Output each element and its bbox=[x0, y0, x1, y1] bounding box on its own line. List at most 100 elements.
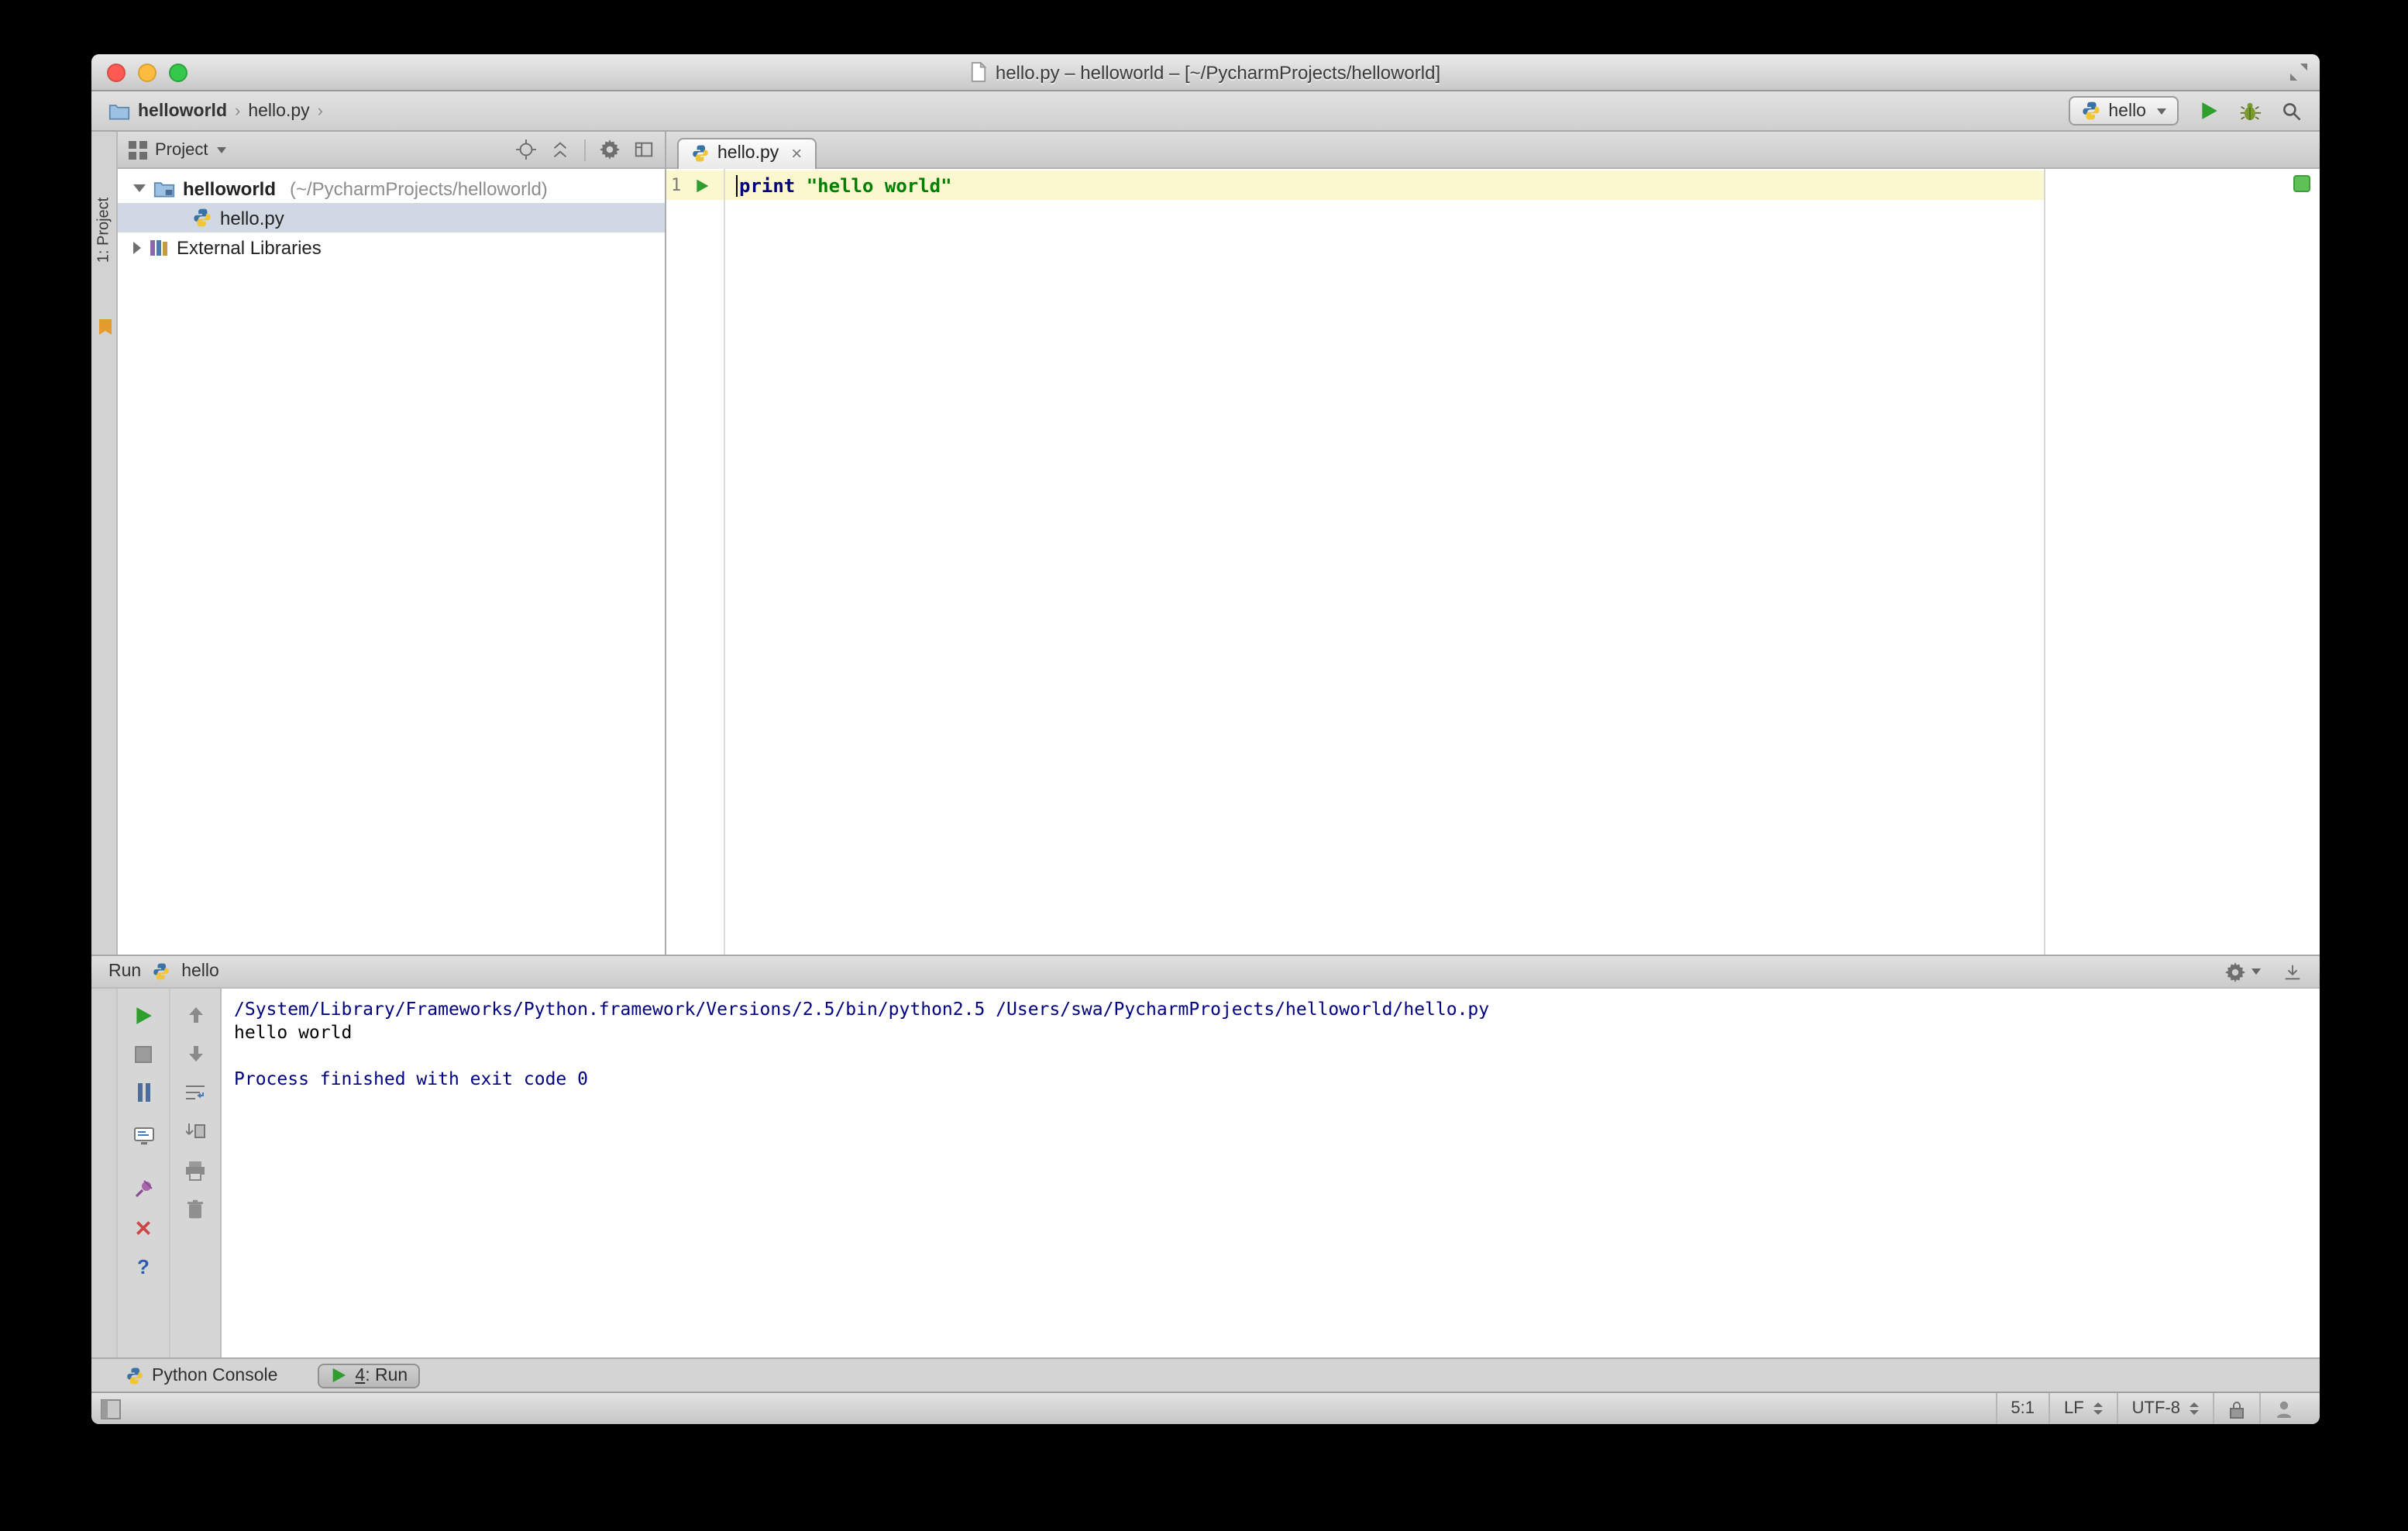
debug-button[interactable] bbox=[2239, 100, 2261, 122]
title-bar: hello.py – helloworld – [~/PycharmProjec… bbox=[91, 54, 2320, 91]
run-line-marker-icon[interactable] bbox=[694, 177, 710, 193]
python-console-tool-button[interactable]: Python Console bbox=[113, 1363, 290, 1388]
run-toolbar-col-2 bbox=[169, 989, 220, 1357]
line-separator: LF bbox=[2063, 1399, 2084, 1418]
rerun-button[interactable] bbox=[118, 1004, 169, 1026]
updown-arrows-icon bbox=[2190, 1402, 2199, 1415]
run-panel-title: Run bbox=[108, 962, 142, 981]
toolbar-right: hello bbox=[2068, 96, 2303, 126]
up-stack-trace-button[interactable] bbox=[170, 1004, 220, 1026]
project-panel-title: Project bbox=[155, 140, 208, 159]
tool-stripe-icon[interactable] bbox=[93, 318, 116, 336]
hide-panel-icon[interactable] bbox=[634, 139, 654, 160]
close-button[interactable] bbox=[107, 63, 126, 81]
locate-file-icon[interactable] bbox=[516, 139, 536, 160]
settings-gear-icon[interactable] bbox=[600, 139, 620, 160]
tab-hello-py[interactable]: hello.py × bbox=[677, 138, 817, 169]
editor-area: hello.py × 1 print "hello world" bbox=[666, 132, 2320, 955]
close-console-button[interactable] bbox=[118, 1216, 169, 1238]
chevron-down-icon[interactable] bbox=[217, 146, 227, 153]
run-panel-header: Run hello bbox=[91, 955, 2320, 989]
tab-close-icon[interactable]: × bbox=[791, 144, 802, 163]
run-button[interactable] bbox=[2199, 101, 2219, 121]
tree-row-external-libraries[interactable]: External Libraries bbox=[118, 232, 665, 262]
run-tool-button-label: 4: Run bbox=[355, 1366, 408, 1385]
stop-button[interactable] bbox=[118, 1043, 169, 1065]
run-console-output[interactable]: /System/Library/Frameworks/Python.framew… bbox=[222, 989, 2320, 1357]
status-bar-widgets: 5:1 LF UTF-8 bbox=[1995, 1393, 2307, 1424]
project-folder-icon bbox=[153, 179, 175, 198]
attach-debugger-button[interactable] bbox=[118, 1178, 169, 1199]
main-area: 1: Project Project helloworld (~/Pycharm… bbox=[91, 132, 2320, 955]
navigation-bar: helloworld › hello.py › hello bbox=[91, 91, 2320, 132]
console-line: /System/Library/Frameworks/Python.framew… bbox=[234, 998, 1490, 1020]
caret-position: 5:1 bbox=[2011, 1399, 2035, 1418]
settings-gear-icon[interactable] bbox=[2225, 962, 2261, 982]
python-icon bbox=[2080, 101, 2100, 121]
screen: hello.py – helloworld – [~/PycharmProjec… bbox=[0, 0, 2408, 1531]
project-tool-button[interactable]: 1: Project bbox=[91, 144, 116, 315]
breadcrumb-project-label: helloworld bbox=[138, 101, 227, 120]
show-console-button[interactable] bbox=[118, 1125, 169, 1147]
tool-window-switcher-icon[interactable] bbox=[101, 1399, 121, 1419]
code-editor[interactable]: 1 print "hello world" bbox=[666, 169, 2320, 955]
scroll-to-end-button[interactable] bbox=[170, 1120, 220, 1142]
zoom-button[interactable] bbox=[169, 63, 187, 81]
readonly-lock-widget[interactable] bbox=[2213, 1393, 2259, 1424]
hide-panel-icon[interactable] bbox=[2282, 962, 2303, 982]
document-icon bbox=[971, 62, 988, 82]
run-configuration-select[interactable]: hello bbox=[2068, 96, 2179, 126]
console-line: hello world bbox=[234, 1021, 353, 1043]
window-title-wrap: hello.py – helloworld – [~/PycharmProjec… bbox=[971, 61, 1440, 83]
collapse-icon[interactable] bbox=[133, 184, 146, 192]
run-configuration-label: hello bbox=[2108, 101, 2146, 120]
tree-row-project-root[interactable]: helloworld (~/PycharmProjects/helloworld… bbox=[118, 174, 665, 203]
python-file-icon bbox=[192, 208, 212, 228]
inspection-status-indicator[interactable] bbox=[2293, 175, 2310, 192]
tab-label: hello.py bbox=[717, 144, 779, 163]
divider bbox=[584, 139, 586, 160]
caret-position-widget[interactable]: 5:1 bbox=[1995, 1393, 2049, 1424]
run-tool-button[interactable]: 4: Run bbox=[318, 1363, 421, 1388]
pycharm-window: hello.py – helloworld – [~/PycharmProjec… bbox=[91, 54, 2320, 1424]
tree-external-libraries-label: External Libraries bbox=[177, 236, 322, 258]
fullscreen-icon[interactable] bbox=[2290, 64, 2307, 81]
inspections-profile-widget[interactable] bbox=[2259, 1393, 2307, 1424]
tree-row-hello-py[interactable]: hello.py bbox=[118, 203, 665, 232]
down-stack-trace-button[interactable] bbox=[170, 1043, 220, 1065]
python-console-label: Python Console bbox=[152, 1366, 278, 1385]
breadcrumb-project[interactable]: helloworld bbox=[108, 101, 227, 120]
help-button[interactable]: ? bbox=[118, 1255, 169, 1277]
status-bar: 5:1 LF UTF-8 bbox=[91, 1392, 2320, 1424]
folder-icon bbox=[108, 101, 130, 120]
project-panel-actions bbox=[516, 139, 654, 160]
clear-all-button[interactable] bbox=[170, 1198, 220, 1220]
encoding-widget[interactable]: UTF-8 bbox=[2116, 1393, 2213, 1424]
run-tool-button-text: : Run bbox=[365, 1366, 408, 1385]
editor-tab-bar: hello.py × bbox=[666, 132, 2320, 169]
line-number: 1 bbox=[671, 175, 682, 195]
breadcrumb-separator-icon: › bbox=[235, 101, 241, 120]
project-panel: Project helloworld (~/PycharmProjects/he… bbox=[118, 132, 666, 955]
tree-root-path: (~/PycharmProjects/helloworld) bbox=[290, 177, 548, 199]
pause-button[interactable] bbox=[118, 1082, 169, 1103]
current-line: 1 print "hello world" bbox=[666, 170, 2044, 200]
code-keyword: print bbox=[739, 174, 796, 196]
collapse-all-icon[interactable] bbox=[550, 139, 570, 160]
project-tool-button-label: 1: Project bbox=[95, 196, 112, 263]
minimize-button[interactable] bbox=[138, 63, 157, 81]
search-button[interactable] bbox=[2281, 100, 2303, 122]
editor-gutter: 1 bbox=[666, 170, 724, 200]
breadcrumb-file[interactable]: hello.py bbox=[248, 101, 309, 120]
project-tree: helloworld (~/PycharmProjects/helloworld… bbox=[118, 169, 665, 262]
project-panel-header: Project bbox=[118, 132, 665, 169]
line-separator-widget[interactable]: LF bbox=[2048, 1393, 2117, 1424]
expand-icon[interactable] bbox=[133, 241, 141, 253]
tree-file-name: hello.py bbox=[220, 207, 284, 229]
question-mark-icon: ? bbox=[137, 1254, 150, 1278]
print-button[interactable] bbox=[170, 1159, 220, 1181]
inspector-icon bbox=[2275, 1399, 2293, 1419]
soft-wrap-button[interactable] bbox=[170, 1082, 220, 1103]
window-controls bbox=[107, 54, 187, 90]
run-panel-actions bbox=[2225, 962, 2303, 982]
